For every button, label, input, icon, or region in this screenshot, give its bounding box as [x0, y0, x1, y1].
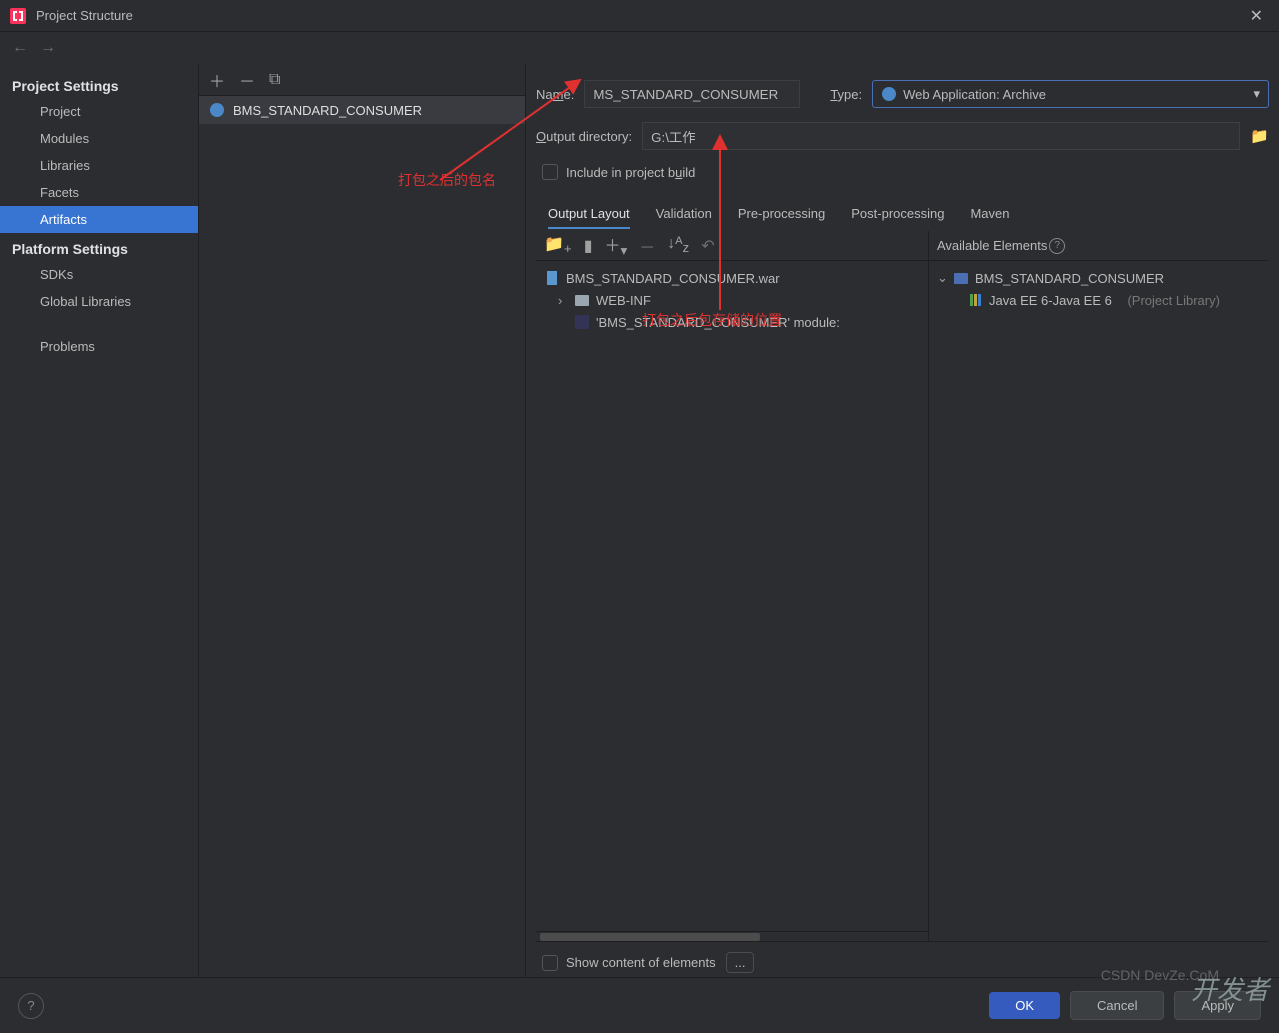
sidebar-item-artifacts[interactable]: Artifacts [0, 206, 198, 233]
available-tree: ⌄ BMS_STANDARD_CONSUMER Java EE 6-Java E… [929, 261, 1269, 317]
output-toolbar: 📁+ ▮ ＋▾ － ↓ᴬz ↶ [536, 231, 928, 261]
output-tree: BMS_STANDARD_CONSUMER.war › WEB-INF 'BMS… [536, 261, 928, 339]
sidebar-item-problems[interactable]: Problems [0, 333, 198, 360]
tabs: Output Layout Validation Pre-processing … [548, 200, 1269, 229]
tab-output-layout[interactable]: Output Layout [548, 200, 630, 229]
section-platform-settings: Platform Settings [0, 233, 198, 261]
show-content-dots[interactable]: ... [726, 952, 755, 973]
include-label: Include in project build [566, 165, 695, 180]
artifact-list-item[interactable]: BMS_STANDARD_CONSUMER [199, 96, 525, 124]
help-small-icon[interactable]: ? [1049, 238, 1065, 254]
show-content-row: Show content of elements ... [536, 941, 1269, 977]
sidebar-item-project[interactable]: Project [0, 98, 198, 125]
artifact-list-column: ＋ － ⧉ BMS_STANDARD_CONSUMER [198, 64, 526, 977]
available-module-label: BMS_STANDARD_CONSUMER [975, 271, 1164, 286]
horizontal-scrollbar[interactable] [536, 931, 928, 941]
app-logo-icon [10, 8, 26, 24]
output-layout-pane: 📁+ ▮ ＋▾ － ↓ᴬz ↶ BMS_STANDARD_CONSUMER.wa… [536, 231, 929, 941]
outdir-label: Output directory: [536, 129, 632, 144]
sidebar-item-facets[interactable]: Facets [0, 179, 198, 206]
tree-module-label: 'BMS_STANDARD_CONSUMER' module: [596, 315, 840, 330]
available-header: Available Elements ? [929, 231, 1269, 261]
type-dropdown[interactable]: Web Application: Archive ▾ [872, 80, 1269, 108]
name-label: Name: [536, 87, 574, 102]
window-title: Project Structure [36, 8, 1244, 23]
chevron-down-icon: ▾ [1253, 86, 1260, 102]
cancel-button[interactable]: Cancel [1070, 991, 1164, 1020]
add-icon[interactable]: ＋ [209, 68, 225, 92]
browse-folder-icon[interactable]: 📁 [1250, 127, 1269, 145]
sidebar-item-sdks[interactable]: SDKs [0, 261, 198, 288]
artifact-icon [209, 102, 225, 118]
sidebar: Project Settings Project Modules Librari… [0, 64, 198, 977]
remove-item-icon[interactable]: － [639, 234, 655, 258]
help-icon[interactable]: ? [18, 993, 44, 1019]
back-arrow-icon[interactable]: ← [12, 39, 28, 57]
include-checkbox[interactable]: Include in project build [542, 164, 1269, 180]
type-value: Web Application: Archive [903, 87, 1046, 102]
footer: ? OK Cancel Apply [0, 977, 1279, 1033]
ok-button[interactable]: OK [989, 992, 1060, 1019]
copy-icon[interactable]: ⧉ [269, 71, 280, 89]
tab-maven[interactable]: Maven [970, 200, 1009, 229]
sidebar-item-libraries[interactable]: Libraries [0, 152, 198, 179]
list-toolbar: ＋ － ⧉ [199, 64, 525, 96]
tab-pre-processing[interactable]: Pre-processing [738, 200, 825, 229]
sidebar-item-global-libraries[interactable]: Global Libraries [0, 288, 198, 315]
available-module-row[interactable]: ⌄ BMS_STANDARD_CONSUMER [933, 267, 1265, 289]
folder-icon [574, 292, 590, 308]
artifact-name: BMS_STANDARD_CONSUMER [233, 103, 422, 118]
war-icon [544, 270, 560, 286]
show-content-checkbox[interactable]: Show content of elements [542, 955, 716, 971]
nav-row: ← → [0, 32, 1279, 64]
checkbox-icon [542, 164, 558, 180]
main-panel: Name: Type: Web Application: Archive ▾ O… [526, 64, 1279, 977]
tree-webinf-label: WEB-INF [596, 293, 651, 308]
library-icon [967, 292, 983, 308]
available-header-label: Available Elements [937, 238, 1047, 253]
type-label: Type: [830, 87, 862, 102]
caret-right-icon: › [558, 293, 568, 308]
tab-validation[interactable]: Validation [656, 200, 712, 229]
tree-root[interactable]: BMS_STANDARD_CONSUMER.war [540, 267, 924, 289]
module-icon [574, 314, 590, 330]
remove-icon[interactable]: － [239, 68, 255, 92]
caret-down-icon: ⌄ [937, 270, 947, 286]
available-lib-main: Java EE 6-Java EE 6 [989, 293, 1112, 308]
checkbox-icon [542, 955, 558, 971]
module-folder-icon [953, 270, 969, 286]
tab-post-processing[interactable]: Post-processing [851, 200, 944, 229]
section-project-settings: Project Settings [0, 70, 198, 98]
titlebar: Project Structure ✕ [0, 0, 1279, 32]
available-lib-row[interactable]: Java EE 6-Java EE 6 (Project Library) [933, 289, 1265, 311]
available-lib-suffix: (Project Library) [1127, 293, 1219, 308]
close-icon[interactable]: ✕ [1244, 6, 1269, 26]
show-content-label: Show content of elements [566, 955, 716, 970]
web-app-icon [881, 86, 897, 102]
new-archive-icon[interactable]: ▮ [584, 236, 593, 256]
outdir-field[interactable] [642, 122, 1240, 150]
name-field[interactable] [584, 80, 800, 108]
revert-icon[interactable]: ↶ [701, 236, 714, 256]
sidebar-item-modules[interactable]: Modules [0, 125, 198, 152]
sort-icon[interactable]: ↓ᴬz [667, 235, 689, 255]
tree-webinf[interactable]: › WEB-INF [540, 289, 924, 311]
tree-root-label: BMS_STANDARD_CONSUMER.war [566, 271, 780, 286]
tree-module[interactable]: 'BMS_STANDARD_CONSUMER' module: [540, 311, 924, 333]
apply-button[interactable]: Apply [1174, 991, 1261, 1020]
new-folder-icon[interactable]: 📁+ [544, 234, 572, 256]
available-elements-pane: Available Elements ? ⌄ BMS_STANDARD_CONS… [929, 231, 1269, 941]
forward-arrow-icon[interactable]: → [40, 39, 56, 57]
add-copy-icon[interactable]: ＋▾ [605, 232, 628, 259]
